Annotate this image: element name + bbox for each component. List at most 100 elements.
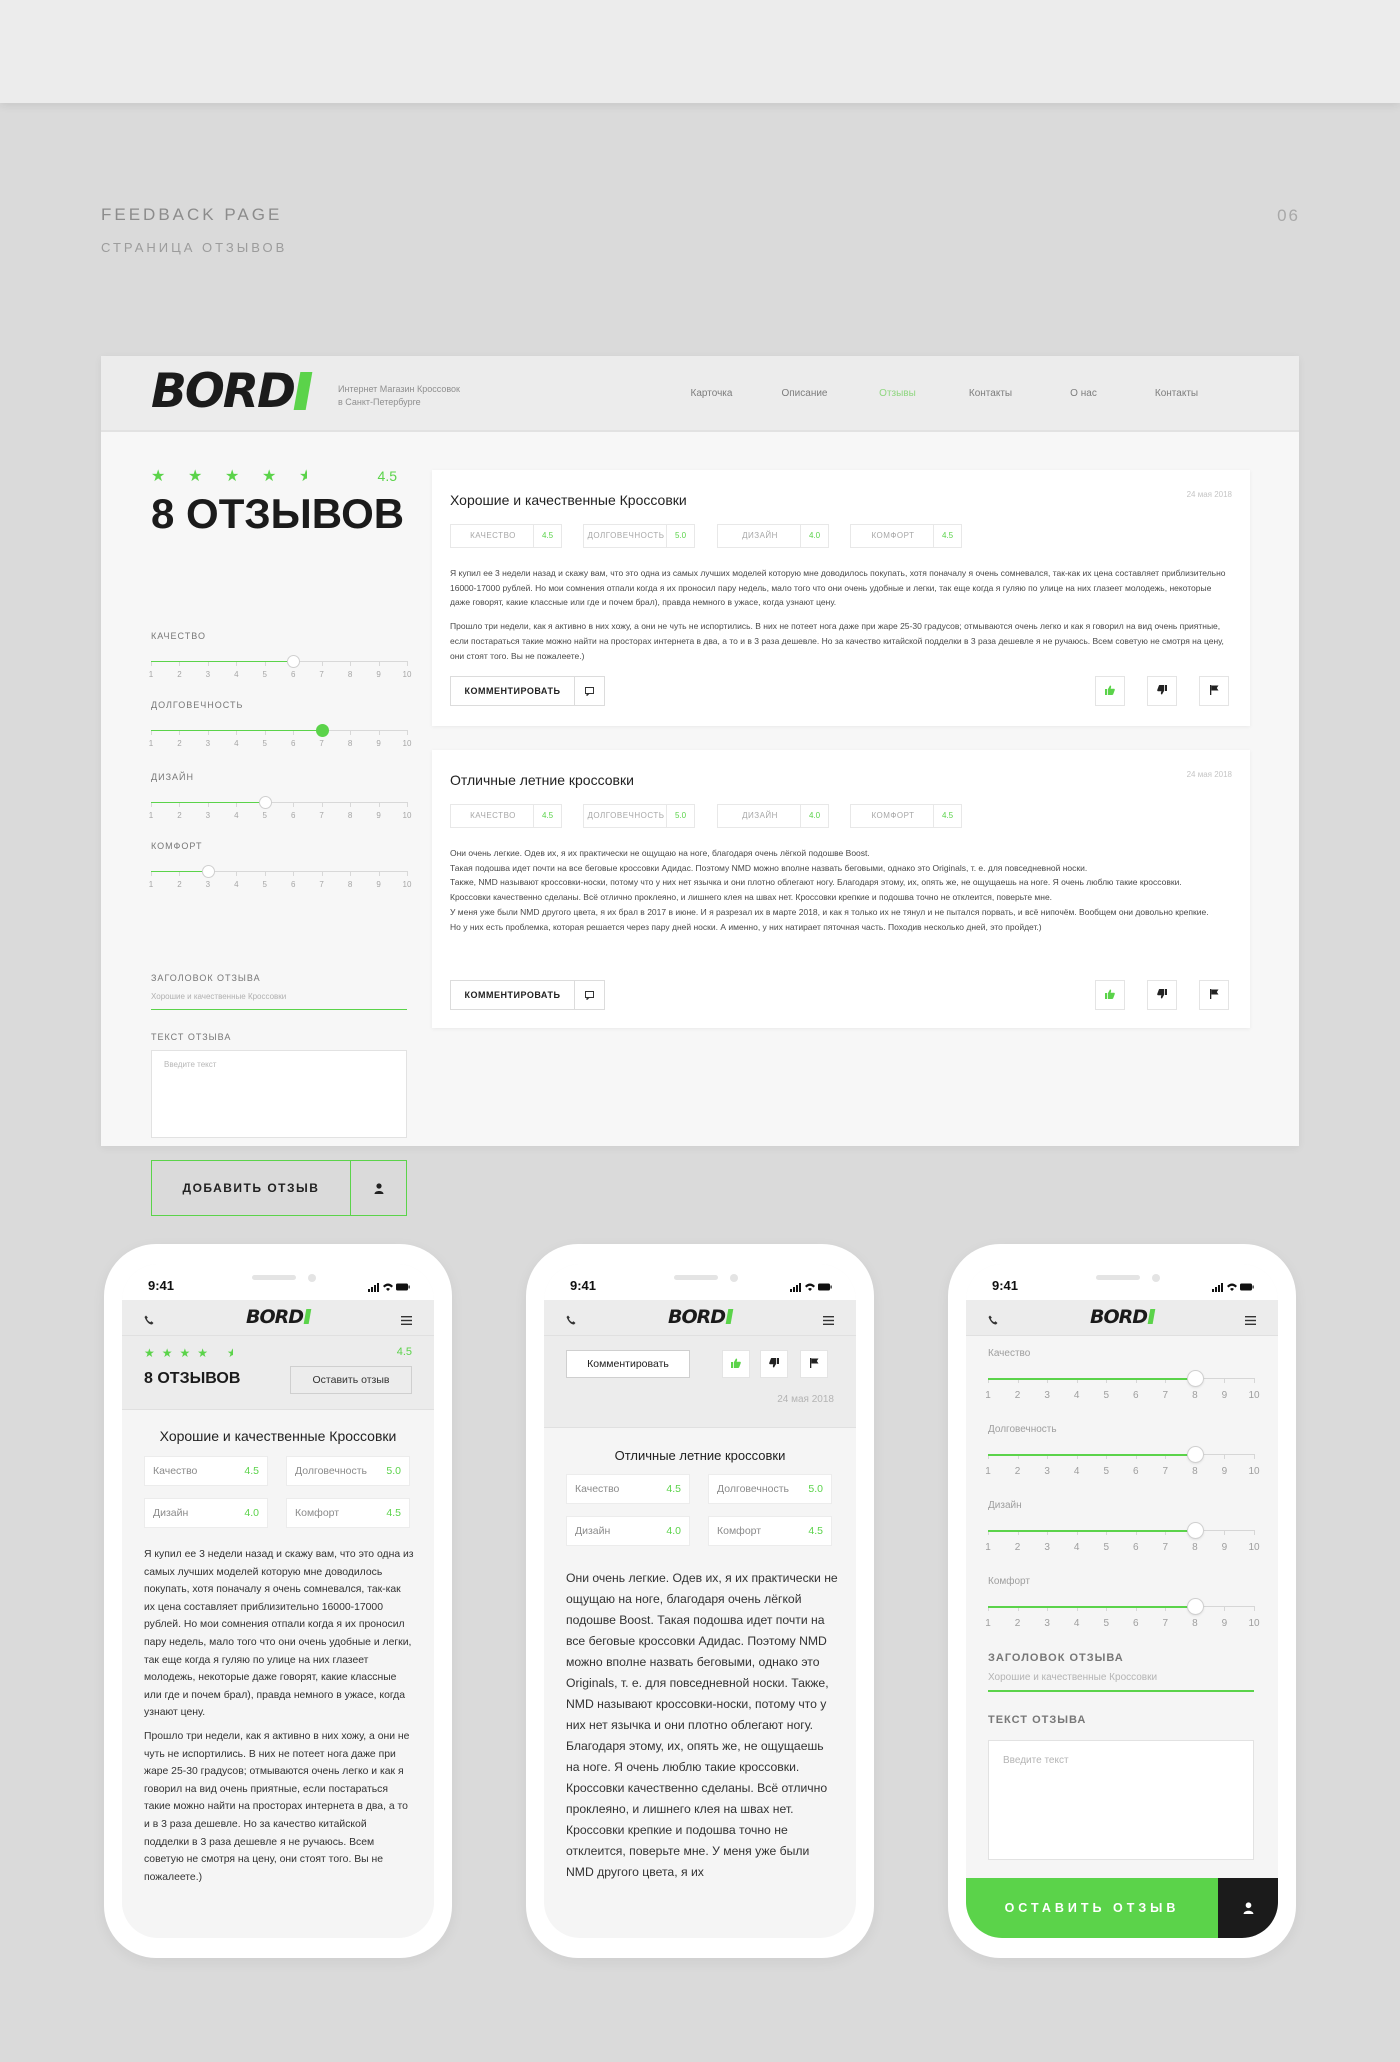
menu-icon[interactable]: [823, 1312, 834, 1330]
slider-track[interactable]: [988, 1446, 1254, 1463]
comment-button[interactable]: КОММЕНТИРОВАТЬ: [450, 980, 605, 1010]
scale-number: 5: [262, 739, 267, 748]
rating-slider[interactable]: Комфорт 1 2 3 4 5 6 7 8 9 10: [985, 1576, 1259, 1636]
review-title-input[interactable]: Хорошие и качественные Кроссовки: [151, 992, 407, 1010]
comment-button[interactable]: Комментировать: [566, 1350, 690, 1378]
scale-number: 5: [1103, 1542, 1109, 1553]
slider-label: Долговечность: [988, 1424, 1057, 1435]
review-paragraph: Они очень легкие. Одев их, я их практиче…: [450, 848, 870, 858]
rating-stars: ★ ★ ★ ★ ★ 4.5: [151, 466, 407, 485]
scale-number: 4: [234, 670, 239, 679]
tagline-line-2: в Санкт-Петербурге: [338, 397, 421, 407]
rating-slider[interactable]: Дизайн 1 2 3 4 5 6 7 8 9 10: [985, 1500, 1259, 1560]
phone-call-icon[interactable]: [988, 1312, 998, 1330]
metric-value: 4.5: [533, 525, 561, 547]
slider-thumb[interactable]: [201, 865, 215, 878]
like-button[interactable]: [722, 1350, 750, 1378]
logo[interactable]: BORD: [151, 368, 313, 415]
rating-slider[interactable]: Долговечность 1 2 3 4 5 6 7 8 9 10: [985, 1424, 1259, 1484]
slider-track[interactable]: [151, 655, 407, 668]
review-text-area[interactable]: Введите текст: [151, 1050, 407, 1138]
leave-review-button[interactable]: ОСТАВИТЬ ОТЗЫВ: [966, 1878, 1278, 1938]
nav-item-description[interactable]: Описание: [758, 388, 851, 399]
review-paragraph: Я купил ее 3 недели назад и скажу вам, ч…: [450, 568, 1226, 608]
slider-thumb[interactable]: [1186, 1522, 1204, 1539]
rating-slider[interactable]: Качество 1 2 3 4 5 6 7 8 9 10: [985, 1348, 1259, 1408]
review-paragraph: Но у них есть проблемка, которая решаетс…: [450, 921, 1042, 932]
scale-number: 8: [1192, 1466, 1198, 1477]
metric-value: 4.0: [800, 805, 828, 827]
slider-track[interactable]: [988, 1370, 1254, 1387]
phone-call-icon[interactable]: [566, 1312, 576, 1330]
like-button[interactable]: [1095, 980, 1125, 1010]
nav-item-card[interactable]: Карточка: [665, 388, 758, 399]
dislike-button[interactable]: [760, 1350, 788, 1378]
leave-review-button[interactable]: Оставить отзыв: [290, 1366, 412, 1394]
scale-number: 8: [347, 811, 353, 820]
slider-thumb[interactable]: [1186, 1446, 1204, 1463]
metric-value: 4.0: [666, 1525, 681, 1537]
slider-thumb[interactable]: [315, 724, 329, 737]
add-review-button[interactable]: ДОБАВИТЬ ОТЗЫВ: [151, 1160, 407, 1216]
phone-logo[interactable]: BORD: [668, 1306, 734, 1328]
menu-icon[interactable]: [401, 1312, 412, 1330]
rating-slider[interactable]: КОМФОРТ 1 2 3 4 5 6 7 8 9 10: [149, 841, 412, 893]
rating-stars: ★★★★: [144, 1346, 216, 1360]
review-paragraph: Прошло три недели, как я активно в них х…: [144, 1730, 410, 1883]
scale-number: 8: [1192, 1542, 1198, 1553]
dislike-button[interactable]: [1147, 980, 1177, 1010]
slider-track[interactable]: [151, 724, 407, 737]
review-title: Отличные летние кроссовки: [614, 1448, 786, 1463]
slider-fill: [151, 802, 265, 803]
like-button[interactable]: [1095, 676, 1125, 706]
scale-number: 9: [376, 880, 381, 889]
slider-track[interactable]: [988, 1598, 1254, 1615]
rating-slider[interactable]: КАЧЕСТВО 1 2 3 4 5 6 7 8 9 10: [149, 631, 412, 683]
slider-track[interactable]: [151, 865, 407, 878]
scale-number: 3: [205, 670, 211, 679]
slider-fill: [988, 1606, 1195, 1608]
menu-icon[interactable]: [1245, 1312, 1256, 1330]
slider-scale: 1 2 3 4 5 6 7 8 9 10: [985, 1542, 1259, 1556]
metric-name: Долговечность: [295, 1465, 367, 1477]
slider-thumb[interactable]: [258, 796, 272, 809]
phone-logo[interactable]: BORD: [1090, 1306, 1156, 1328]
slider-track[interactable]: [151, 796, 407, 809]
speaker: [674, 1275, 718, 1280]
camera: [308, 1274, 316, 1282]
metric-chip: Комфорт 4.5: [286, 1498, 410, 1528]
scale-number: 6: [1132, 1542, 1139, 1553]
review-text-area[interactable]: Введите текст: [988, 1740, 1254, 1860]
rating-slider[interactable]: ДОЛГОВЕЧНОСТЬ 1 2 3 4 5 6 7 8 9 10: [148, 700, 412, 752]
slider-track[interactable]: [988, 1522, 1254, 1539]
slider-thumb[interactable]: [1186, 1598, 1204, 1615]
phone-logo[interactable]: BORD: [246, 1306, 312, 1328]
dislike-button[interactable]: [1147, 676, 1177, 706]
nav-item-contacts-2[interactable]: Контакты: [1130, 388, 1223, 399]
metric-name: Долговечность: [717, 1483, 789, 1495]
metric-name: ДОЛГОВЕЧНОСТЬ: [587, 811, 665, 820]
scale-number: 9: [1221, 1466, 1228, 1477]
phone-call-icon[interactable]: [144, 1312, 154, 1330]
scale-number: 10: [1248, 1618, 1260, 1629]
review-title: Отличные летние кроссовки: [450, 772, 634, 788]
flag-icon: [809, 1355, 819, 1373]
report-button[interactable]: [1199, 980, 1229, 1010]
scale-number: 7: [1162, 1390, 1169, 1401]
rating-slider[interactable]: ДИЗАЙН 1 2 3 4 5 6 7 8 9 10: [149, 772, 412, 824]
report-button[interactable]: [1199, 676, 1229, 706]
scale-number: 5: [262, 880, 267, 889]
star-icon: ★: [188, 468, 203, 485]
review-card: Отличные летние кроссовки 24 мая 2018 КА…: [432, 750, 1250, 1028]
scale-number: 7: [1162, 1542, 1169, 1553]
metric-value: 4.5: [933, 805, 961, 827]
scale-number: 1: [148, 739, 154, 748]
review-title-input[interactable]: Хорошие и качественные Кроссовки: [988, 1672, 1254, 1692]
report-button[interactable]: [800, 1350, 828, 1378]
star-icon: ★: [262, 468, 277, 485]
nav-item-contacts[interactable]: Контакты: [944, 388, 1037, 399]
nav-item-reviews[interactable]: Отзывы: [851, 388, 944, 399]
comment-button[interactable]: КОММЕНТИРОВАТЬ: [450, 676, 605, 706]
nav-item-about[interactable]: О нас: [1037, 388, 1130, 399]
slider-thumb[interactable]: [1186, 1370, 1204, 1387]
